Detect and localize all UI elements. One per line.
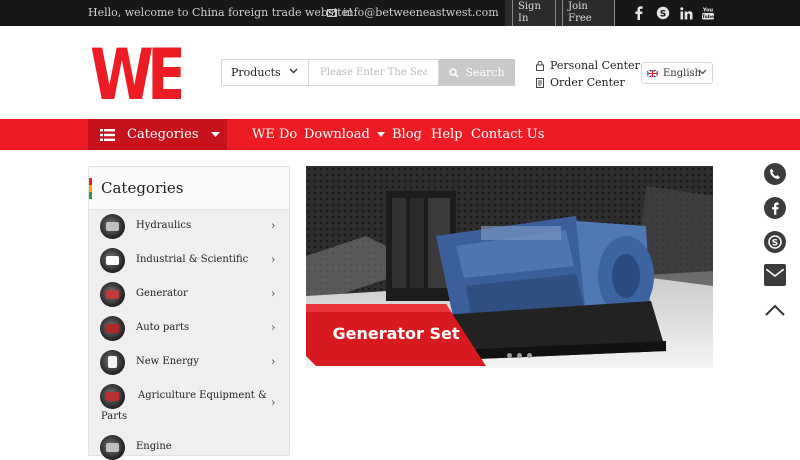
nav-item-contact-us[interactable]: Contact Us <box>471 127 544 142</box>
nav-item-download[interactable]: Download <box>304 127 385 142</box>
carousel-dots <box>507 353 532 358</box>
carousel-dot[interactable] <box>507 353 512 358</box>
categories-sidebar: Categories Hydraulics › Industrial & Sci… <box>88 166 290 460</box>
search-bar: Products Search <box>221 59 515 86</box>
sidebar-header: Categories <box>89 167 289 210</box>
search-button-label: Search <box>465 66 505 79</box>
search-category-value: Products <box>231 66 281 79</box>
site-header: WE Products Search Personal Center Order… <box>0 26 800 119</box>
auth-buttons: Sign In Join Free <box>505 0 615 27</box>
email-link[interactable]: info@betweeneastwest.com <box>327 6 499 19</box>
account-links: Personal Center Order Center <box>536 57 640 91</box>
top-bar: Hello, welcome to China foreign trade we… <box>0 0 800 27</box>
sidebar-item-label-line2: Parts <box>101 411 128 422</box>
envelope-icon <box>327 8 337 17</box>
chevron-up-icon[interactable] <box>764 299 786 321</box>
mail-icon[interactable] <box>764 264 786 286</box>
hero-banner[interactable]: Generator Set <box>306 166 713 368</box>
sidebar-item-label: Industrial & Scientific <box>136 254 249 265</box>
brand-logo[interactable]: WE <box>89 45 181 102</box>
chevron-right-icon: › <box>271 219 276 232</box>
industrial-thumbnail <box>100 248 125 273</box>
sidebar-item-label: Generator <box>136 288 188 299</box>
facebook-icon[interactable] <box>764 197 786 219</box>
banner-caption: Generator Set <box>332 324 459 343</box>
agriculture-thumbnail <box>100 384 125 409</box>
skype-icon[interactable]: S <box>655 5 671 21</box>
accent-bar <box>89 178 92 199</box>
logo-text: WE <box>90 45 181 102</box>
document-icon <box>536 77 544 88</box>
sidebar-item-label: New Energy <box>136 356 199 367</box>
nav-item-help[interactable]: Help <box>431 127 463 142</box>
engine-thumbnail <box>100 435 125 460</box>
language-value: English <box>663 67 702 79</box>
sidebar-item-label: Engine <box>136 441 172 452</box>
facebook-icon[interactable] <box>630 5 646 21</box>
chevron-down-icon <box>698 69 707 75</box>
caret-down-icon <box>376 132 385 137</box>
search-icon <box>449 67 460 78</box>
order-center-link[interactable]: Order Center <box>536 74 640 91</box>
auto-parts-thumbnail <box>100 316 125 341</box>
caret-down-icon <box>210 132 220 137</box>
nav-item-download-label: Download <box>304 127 370 142</box>
svg-text:You: You <box>702 8 714 14</box>
categories-menu-button[interactable]: Categories <box>88 119 227 150</box>
personal-center-link[interactable]: Personal Center <box>536 57 640 74</box>
sidebar-item-label: Auto parts <box>136 322 190 333</box>
sidebar-item-label: Hydraulics <box>136 220 192 231</box>
carousel-dot[interactable] <box>517 353 522 358</box>
sidebar-item-agriculture[interactable]: Agriculture Equipment & Parts › <box>89 384 289 422</box>
language-selector[interactable]: English <box>641 62 713 84</box>
chevron-right-icon: › <box>271 396 276 409</box>
welcome-text: Hello, welcome to China foreign trade we… <box>88 6 353 19</box>
join-free-button[interactable]: Join Free <box>562 0 615 27</box>
generator-set-image: Generator Set <box>306 166 713 368</box>
phone-icon[interactable] <box>764 163 786 185</box>
generator-thumbnail <box>100 282 125 307</box>
sidebar-title: Categories <box>101 179 184 197</box>
svg-text:S: S <box>660 10 666 20</box>
nav-item-blog[interactable]: Blog <box>392 127 422 142</box>
sidebar-item-label: Agriculture Equipment & <box>138 390 267 401</box>
list-icon <box>100 128 115 141</box>
chevron-right-icon: › <box>271 355 276 368</box>
chevron-down-icon <box>289 68 298 74</box>
skype-icon[interactable]: S <box>764 231 786 253</box>
youtube-icon[interactable]: You Tube <box>700 5 716 21</box>
nav-item-we-do[interactable]: WE Do <box>252 127 297 142</box>
hydraulics-thumbnail <box>100 214 125 239</box>
chevron-right-icon: › <box>271 253 276 266</box>
new-energy-thumbnail <box>100 350 125 375</box>
svg-text:S: S <box>772 239 778 249</box>
categories-menu-label: Categories <box>127 127 199 142</box>
main-nav: Categories WE Do Download Blog Help Cont… <box>0 119 800 150</box>
carousel-dot[interactable] <box>527 353 532 358</box>
search-category-select[interactable]: Products <box>221 59 308 86</box>
email-text: info@betweeneastwest.com <box>343 6 499 19</box>
search-button[interactable]: Search <box>439 59 515 86</box>
personal-center-label: Personal Center <box>550 59 640 72</box>
chevron-right-icon: › <box>271 287 276 300</box>
svg-text:Tube: Tube <box>702 14 714 20</box>
chevron-right-icon: › <box>271 321 276 334</box>
uk-flag-icon <box>647 69 658 77</box>
sign-in-button[interactable]: Sign In <box>512 0 557 27</box>
order-center-label: Order Center <box>550 76 625 89</box>
linkedin-icon[interactable] <box>678 5 694 21</box>
lock-icon <box>536 60 544 71</box>
search-input[interactable] <box>308 59 439 86</box>
